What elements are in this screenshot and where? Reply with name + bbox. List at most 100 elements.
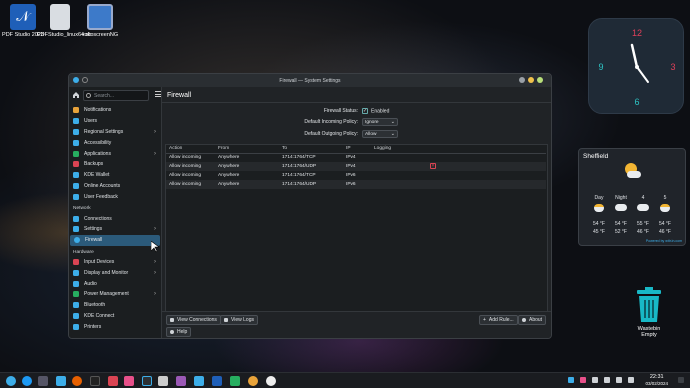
weather-widget[interactable]: Sheffield Day Night 4 5 54 °F 54 °F 55 °… — [578, 148, 686, 246]
application-launcher-icon[interactable] — [6, 376, 16, 386]
sidebar-item-accessibility[interactable]: Accessibility — [69, 137, 161, 148]
analog-clock-widget[interactable]: 12 3 6 9 — [588, 18, 684, 114]
delete-rule-icon[interactable]: × — [430, 163, 436, 169]
cell-action: Allow incoming — [166, 162, 218, 171]
table-row[interactable]: Allow incoming Anywhere 1714:1764/UDP IP… — [166, 180, 546, 189]
weather-icons-row — [589, 204, 675, 214]
incoming-policy-select[interactable]: Ignore ⌄ — [362, 118, 398, 126]
sidebar-item-backups[interactable]: Backups — [69, 159, 161, 170]
view-logs-button[interactable]: View Logs — [220, 315, 258, 325]
sidebar-section-hardware: Hardware — [73, 249, 94, 255]
system-settings-app-icon — [73, 77, 79, 83]
minimize-button[interactable] — [519, 77, 525, 83]
pdf-studio-taskbar-icon[interactable] — [212, 376, 222, 386]
window-titlebar[interactable]: Firewall — System Settings — [69, 74, 551, 87]
user-icon — [73, 118, 79, 125]
home-icon[interactable] — [72, 91, 80, 99]
help-icon — [170, 330, 174, 334]
weather-day-label: Day — [594, 195, 604, 201]
editor-icon[interactable] — [176, 376, 186, 386]
clock-hour-hand — [630, 43, 639, 69]
desktop-icon-vokoscreen[interactable]: vokoscreenNG — [77, 4, 123, 39]
cell-ip: IPv4 — [346, 162, 374, 171]
music-icon[interactable] — [124, 376, 134, 386]
volume-icon[interactable] — [604, 377, 610, 383]
help-button[interactable]: Help — [166, 327, 192, 337]
hamburger-menu-icon[interactable] — [155, 91, 161, 97]
document-viewer-icon[interactable] — [158, 376, 168, 386]
column-header-action[interactable]: Action — [166, 144, 218, 154]
show-desktop-icon[interactable] — [678, 377, 684, 383]
sidebar-item-network-settings[interactable]: Settings › — [69, 224, 161, 235]
incoming-policy-label: Default Incoming Policy: — [304, 119, 358, 125]
console-icon[interactable] — [142, 376, 152, 386]
system-settings-taskbar-icon[interactable] — [194, 376, 204, 386]
sidebar-item-users[interactable]: Users — [69, 116, 161, 127]
column-header-from[interactable]: From — [218, 144, 282, 154]
chevron-up-icon[interactable] — [628, 377, 634, 383]
firewall-status-label: Firewall Status: — [323, 108, 358, 114]
sidebar-item-printers[interactable]: Printers — [69, 321, 161, 332]
partly-cloudy-icon — [660, 204, 670, 212]
plasma-icon[interactable] — [22, 376, 32, 386]
search-input[interactable]: Search... — [83, 90, 149, 101]
maximize-button[interactable] — [528, 77, 534, 83]
sidebar-item-user-feedback[interactable]: User Feedback — [69, 191, 161, 202]
mouse-cursor-icon — [151, 241, 159, 253]
search-icon — [86, 93, 91, 98]
sidebar-item-connections[interactable]: Connections — [69, 213, 161, 224]
sidebar-item-notifications[interactable]: Notifications — [69, 105, 161, 116]
cell-action: Allow incoming — [166, 180, 218, 189]
file-manager-icon[interactable] — [56, 376, 66, 386]
taskbar: 22:31 03/02/2024 — [0, 372, 690, 388]
table-row[interactable]: Allow incoming Anywhere 1714:1764/UDP IP… — [166, 162, 546, 171]
sidebar-item-audio[interactable]: Audio — [69, 278, 161, 289]
network-icon[interactable] — [616, 377, 622, 383]
chrome-icon[interactable] — [248, 376, 258, 386]
table-row[interactable]: Allow incoming Anywhere 1714:1764/TCP IP… — [166, 153, 546, 162]
virtual-desktop-icon[interactable] — [38, 376, 48, 386]
sidebar-item-input-devices[interactable]: Input Devices › — [69, 257, 161, 268]
taskbar-clock[interactable]: 22:31 03/02/2024 — [645, 374, 668, 386]
applications-icon — [73, 150, 79, 157]
column-header-ip[interactable]: IP — [346, 144, 374, 154]
cloud-icon — [615, 204, 627, 211]
clipboard-icon[interactable] — [592, 377, 598, 383]
add-rule-button[interactable]: + Add Rule... — [479, 315, 518, 325]
firefox-icon[interactable] — [72, 376, 82, 386]
cell-logging — [374, 180, 546, 189]
pencil-icon — [170, 318, 174, 322]
sidebar-item-firewall[interactable]: Firewall — [70, 234, 160, 246]
cell-action: Allow incoming — [169, 173, 201, 178]
cell-logging: × — [374, 162, 546, 171]
column-header-logging[interactable]: Logging — [374, 144, 546, 154]
sidebar-item-bluetooth[interactable]: Bluetooth — [69, 300, 161, 311]
tray-icon[interactable] — [568, 377, 574, 383]
weather-day-label: 5 — [663, 195, 667, 201]
tool-icon[interactable] — [230, 376, 240, 386]
about-button[interactable]: About — [518, 315, 547, 325]
cell-ip: IPv6 — [346, 173, 356, 178]
weather-current-icon — [623, 163, 641, 179]
sidebar-item-online-accounts[interactable]: Online Accounts — [69, 181, 161, 192]
sidebar-item-applications[interactable]: Applications › — [69, 148, 161, 159]
clock-numeral-12: 12 — [632, 28, 642, 38]
pin-icon[interactable] — [82, 77, 88, 83]
firewall-enabled-checkbox[interactable]: ✓ — [362, 108, 368, 114]
sidebar-item-power-management[interactable]: Power Management › — [69, 289, 161, 300]
close-button[interactable] — [537, 77, 543, 83]
weather-credit-link[interactable]: Powered by wttr.in.com — [646, 239, 682, 243]
sidebar-item-kde-wallet[interactable]: KDE Wallet — [69, 170, 161, 181]
disk-icon[interactable] — [266, 376, 276, 386]
view-connections-button[interactable]: View Connections — [166, 315, 221, 325]
desktop-wastebin[interactable]: Wastebin Empty — [624, 286, 674, 338]
sidebar-item-kde-connect[interactable]: KDE Connect — [69, 311, 161, 322]
table-row[interactable]: Allow incoming Anywhere 1714:1764/TCP IP… — [166, 171, 546, 180]
outgoing-policy-select[interactable]: Allow ⌄ — [362, 130, 398, 138]
sidebar-item-display-and-monitor[interactable]: Display and Monitor › — [69, 267, 161, 278]
terminal-icon[interactable] — [90, 376, 100, 386]
camera-icon[interactable] — [108, 376, 118, 386]
tray-icon[interactable] — [580, 377, 586, 383]
column-header-to[interactable]: To — [282, 144, 346, 154]
sidebar-item-regional-settings[interactable]: Regional Settings › — [69, 127, 161, 138]
